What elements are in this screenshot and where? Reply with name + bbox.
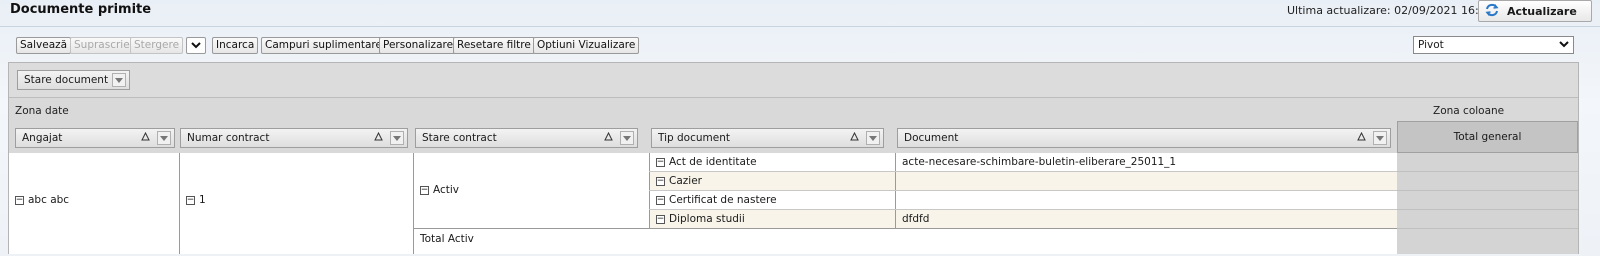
view-select-value: Pivot (1418, 39, 1444, 51)
delete-button[interactable]: Stergere (130, 37, 184, 54)
row-field-stare-contract[interactable]: Stare contract (415, 128, 638, 148)
row-field-label: Angajat (22, 132, 63, 144)
header-divider (0, 26, 1600, 27)
grid-line (413, 228, 1397, 229)
tip-document-value: Certificat de nastere (669, 194, 777, 206)
collapse-icon[interactable]: − (656, 214, 665, 224)
toolbar-dropdown[interactable] (186, 37, 206, 54)
sort-icon[interactable] (141, 131, 150, 144)
filter-dropdown-icon[interactable] (112, 73, 126, 87)
collapse-icon[interactable]: − (420, 185, 429, 195)
sort-icon[interactable] (374, 131, 383, 144)
tip-document-value: Diploma studii (669, 213, 745, 225)
refresh-button[interactable]: Actualizare (1478, 0, 1592, 22)
row-field-numar-contract[interactable]: Numar contract (180, 128, 408, 148)
filter-field-stare-document[interactable]: Stare document (17, 70, 130, 90)
view-options-button[interactable]: Optiuni Vizualizare (533, 37, 640, 54)
tip-document-value: Act de identitate (669, 156, 757, 168)
grid-line (649, 209, 1397, 210)
refresh-label: Actualizare (1507, 4, 1577, 18)
pivot-grid: Stare document Zona date Zona coloane An… (8, 62, 1579, 254)
filter-dropdown-icon[interactable] (1373, 131, 1387, 145)
row-header-document[interactable] (896, 191, 902, 209)
row-header-angajat[interactable]: − abc abc (9, 191, 69, 209)
customize-button[interactable]: Personalizare (379, 37, 458, 54)
total-general-column (1397, 153, 1578, 254)
row-header-numar-contract[interactable]: − 1 (180, 191, 206, 209)
collapse-icon[interactable]: − (186, 195, 195, 205)
view-select[interactable]: Pivot (1413, 36, 1574, 54)
numar-contract-value: 1 (199, 194, 206, 206)
collapse-icon[interactable]: − (656, 195, 665, 205)
row-field-label: Numar contract (187, 132, 270, 144)
collapse-icon[interactable]: − (656, 176, 665, 186)
angajat-value: abc abc (28, 194, 70, 206)
zona-date-label: Zona date (15, 105, 69, 117)
save-button[interactable]: Salvează (16, 37, 72, 54)
grid-line (649, 171, 1397, 172)
row-header-tip-document[interactable]: − Certificat de nastere (650, 191, 777, 209)
sort-icon[interactable] (604, 131, 613, 144)
refresh-icon (1485, 3, 1499, 20)
alt-row-bg (649, 209, 1397, 228)
total-general-header: Total general (1397, 121, 1578, 153)
row-header-tip-document[interactable]: − Cazier (650, 172, 702, 190)
total-activ-label: Total Activ (420, 233, 474, 245)
filter-dropdown-icon[interactable] (620, 131, 634, 145)
chevron-down-icon (1559, 39, 1569, 51)
row-field-label: Document (904, 132, 959, 144)
row-header-tip-document[interactable]: − Act de identitate (650, 153, 757, 171)
row-header-document[interactable]: acte-necesare-schimbare-buletin-eliberar… (896, 153, 1176, 171)
extra-fields-button[interactable]: Campuri suplimentare (261, 37, 386, 54)
filter-dropdown-icon[interactable] (390, 131, 404, 145)
alt-row-bg (649, 172, 1397, 191)
chevron-down-icon (191, 39, 201, 52)
filter-dropdown-icon[interactable] (157, 131, 171, 145)
sort-icon[interactable] (1357, 131, 1366, 144)
row-header-stare-contract[interactable]: − Activ (414, 181, 459, 199)
row-field-label: Tip document (658, 132, 730, 144)
overwrite-button[interactable]: Suprascrie (70, 37, 134, 54)
row-header-document[interactable] (896, 172, 902, 190)
pivot-data-area: − abc abc − 1 − Activ − Act de identitat… (9, 153, 1578, 254)
zona-coloane-label: Zona coloane (1433, 105, 1505, 117)
stare-contract-value: Activ (433, 184, 460, 196)
row-field-label: Stare contract (422, 132, 497, 144)
page-title: Documente primite (10, 2, 152, 17)
last-update-text: Ultima actualizare: 02/09/2021 16:21 (1287, 4, 1493, 17)
tip-document-value: Cazier (669, 175, 702, 187)
filter-field-label: Stare document (24, 74, 109, 86)
collapse-icon[interactable]: − (656, 157, 665, 167)
row-field-document[interactable]: Document (897, 128, 1391, 148)
row-header-tip-document[interactable]: − Diploma studii (650, 210, 745, 228)
filter-dropdown-icon[interactable] (866, 131, 880, 145)
row-field-tip-document[interactable]: Tip document (651, 128, 884, 148)
row-field-angajat[interactable]: Angajat (15, 128, 175, 148)
reset-filters-button[interactable]: Resetare filtre (453, 37, 535, 54)
collapse-icon[interactable]: − (15, 195, 24, 205)
row-header-document[interactable]: dfdfd (896, 210, 929, 228)
filter-area: Stare document (9, 63, 1578, 98)
load-button[interactable]: Incarca (212, 37, 259, 54)
sort-icon[interactable] (850, 131, 859, 144)
